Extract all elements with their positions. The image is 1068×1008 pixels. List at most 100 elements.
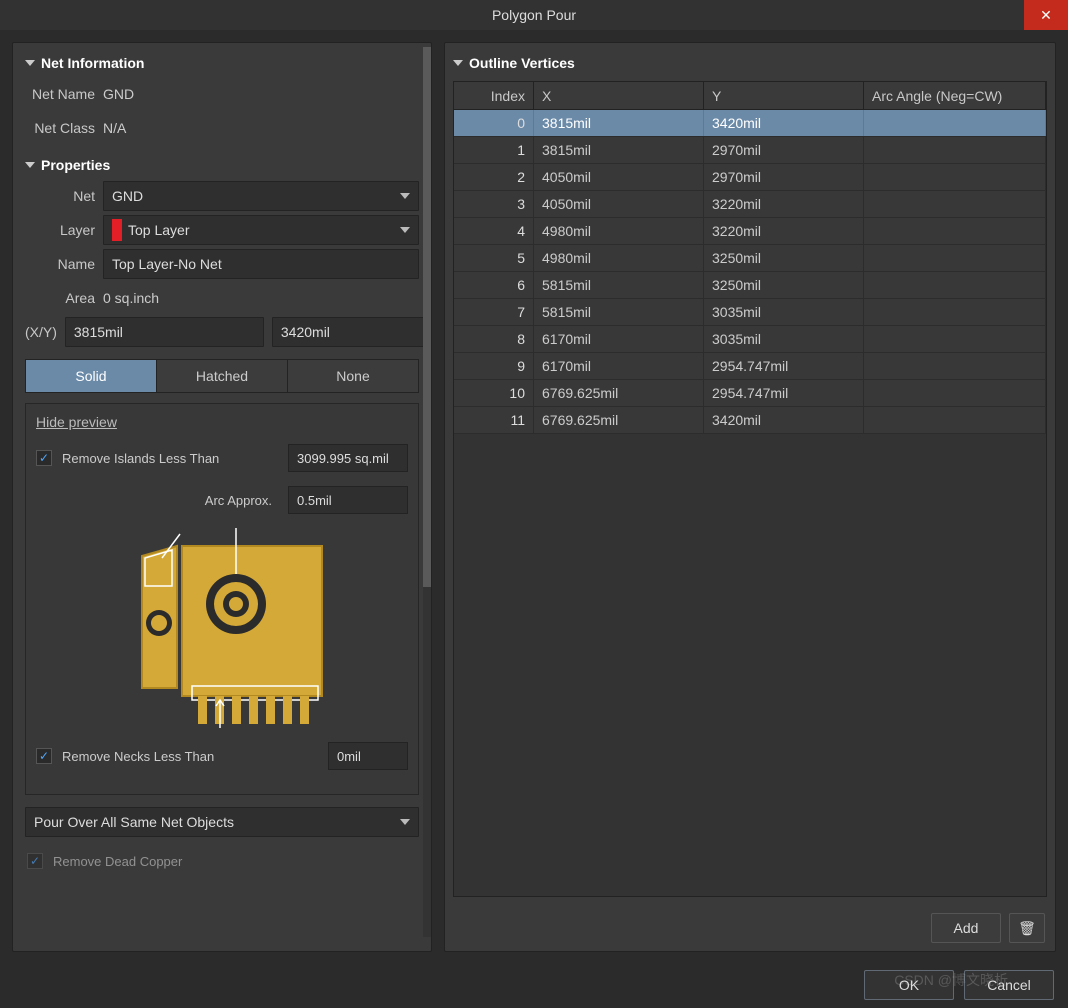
- fill-mode-solid[interactable]: Solid: [26, 360, 157, 392]
- remove-dead-copper-label: Remove Dead Copper: [53, 854, 182, 869]
- cell-x[interactable]: 6170mil: [534, 353, 704, 379]
- table-row[interactable]: 65815mil3250mil: [454, 272, 1046, 299]
- net-label: Net: [25, 188, 95, 204]
- cell-index: 8: [454, 326, 534, 352]
- table-row[interactable]: 03815mil3420mil: [454, 110, 1046, 137]
- cell-index: 3: [454, 191, 534, 217]
- section-title: Outline Vertices: [469, 55, 575, 71]
- remove-islands-checkbox[interactable]: [36, 450, 52, 466]
- cell-y[interactable]: 3220mil: [704, 191, 864, 217]
- section-properties[interactable]: Properties: [21, 151, 423, 179]
- remove-islands-input[interactable]: [288, 444, 408, 472]
- delete-vertex-button[interactable]: 🗑: [1009, 913, 1045, 943]
- cell-arc[interactable]: [864, 299, 1046, 325]
- cell-arc[interactable]: [864, 272, 1046, 298]
- cell-y[interactable]: 3035mil: [704, 326, 864, 352]
- cell-arc[interactable]: [864, 245, 1046, 271]
- remove-islands-label: Remove Islands Less Than: [62, 451, 278, 466]
- fill-mode-none[interactable]: None: [288, 360, 418, 392]
- net-select[interactable]: GND: [103, 181, 419, 211]
- cell-y[interactable]: 3250mil: [704, 272, 864, 298]
- cell-y[interactable]: 3220mil: [704, 218, 864, 244]
- cell-y[interactable]: 3420mil: [704, 407, 864, 433]
- table-row[interactable]: 86170mil3035mil: [454, 326, 1046, 353]
- cell-arc[interactable]: [864, 218, 1046, 244]
- col-index[interactable]: Index: [454, 82, 534, 109]
- table-row[interactable]: 44980mil3220mil: [454, 218, 1046, 245]
- remove-necks-checkbox[interactable]: [36, 748, 52, 764]
- section-outline-vertices[interactable]: Outline Vertices: [445, 49, 1055, 77]
- section-net-information[interactable]: Net Information: [21, 49, 423, 77]
- cell-y[interactable]: 3420mil: [704, 110, 864, 136]
- cell-x[interactable]: 6170mil: [534, 326, 704, 352]
- right-panel: Outline Vertices Index X Y Arc Angle (Ne…: [444, 42, 1056, 952]
- arc-approx-input[interactable]: [288, 486, 408, 514]
- cell-y[interactable]: 2954.747mil: [704, 353, 864, 379]
- cell-arc[interactable]: [864, 380, 1046, 406]
- window-title: Polygon Pour: [0, 7, 1068, 23]
- cell-y[interactable]: 2970mil: [704, 164, 864, 190]
- fill-mode-segmented: Solid Hatched None: [25, 359, 419, 393]
- table-row[interactable]: 96170mil2954.747mil: [454, 353, 1046, 380]
- layer-select[interactable]: Top Layer: [103, 215, 419, 245]
- cell-arc[interactable]: [864, 326, 1046, 352]
- netclass-value: N/A: [103, 120, 126, 136]
- cell-x[interactable]: 6769.625mil: [534, 407, 704, 433]
- cell-y[interactable]: 2954.747mil: [704, 380, 864, 406]
- cell-x[interactable]: 3815mil: [534, 137, 704, 163]
- cell-index: 11: [454, 407, 534, 433]
- cell-y[interactable]: 2970mil: [704, 137, 864, 163]
- layer-color-swatch: [112, 219, 122, 241]
- netname-label: Net Name: [25, 86, 95, 102]
- cell-y[interactable]: 3250mil: [704, 245, 864, 271]
- cell-x[interactable]: 4980mil: [534, 245, 704, 271]
- table-row[interactable]: 106769.625mil2954.747mil: [454, 380, 1046, 407]
- polygon-pour-dialog: Polygon Pour ✕ Net Information Net Name …: [0, 0, 1068, 1008]
- cell-arc[interactable]: [864, 110, 1046, 136]
- x-input[interactable]: [65, 317, 264, 347]
- cell-x[interactable]: 4050mil: [534, 191, 704, 217]
- cell-x[interactable]: 5815mil: [534, 299, 704, 325]
- hide-preview-link[interactable]: Hide preview: [36, 414, 408, 430]
- remove-dead-copper-checkbox[interactable]: [27, 853, 43, 869]
- cell-y[interactable]: 3035mil: [704, 299, 864, 325]
- cell-index: 7: [454, 299, 534, 325]
- cell-arc[interactable]: [864, 137, 1046, 163]
- caret-down-icon: [25, 60, 35, 66]
- cell-x[interactable]: 3815mil: [534, 110, 704, 136]
- arc-approx-label: Arc Approx.: [205, 493, 272, 508]
- pour-mode-select[interactable]: Pour Over All Same Net Objects: [25, 807, 419, 837]
- cell-arc[interactable]: [864, 191, 1046, 217]
- cancel-button[interactable]: Cancel: [964, 970, 1054, 1000]
- table-row[interactable]: 75815mil3035mil: [454, 299, 1046, 326]
- col-x[interactable]: X: [534, 82, 704, 109]
- cell-index: 10: [454, 380, 534, 406]
- remove-necks-input[interactable]: [328, 742, 408, 770]
- col-arc[interactable]: Arc Angle (Neg=CW): [864, 82, 1046, 109]
- table-row[interactable]: 34050mil3220mil: [454, 191, 1046, 218]
- cell-arc[interactable]: [864, 353, 1046, 379]
- col-y[interactable]: Y: [704, 82, 864, 109]
- cell-x[interactable]: 4980mil: [534, 218, 704, 244]
- cell-arc[interactable]: [864, 164, 1046, 190]
- name-input[interactable]: [103, 249, 419, 279]
- cell-index: 0: [454, 110, 534, 136]
- add-vertex-button[interactable]: Add: [931, 913, 1001, 943]
- table-row[interactable]: 54980mil3250mil: [454, 245, 1046, 272]
- left-scrollbar-thumb[interactable]: [423, 47, 431, 587]
- close-button[interactable]: ✕: [1024, 0, 1068, 30]
- fill-mode-hatched[interactable]: Hatched: [157, 360, 288, 392]
- table-row[interactable]: 24050mil2970mil: [454, 164, 1046, 191]
- cell-x[interactable]: 6769.625mil: [534, 380, 704, 406]
- ok-button[interactable]: OK: [864, 970, 954, 1000]
- cell-x[interactable]: 4050mil: [534, 164, 704, 190]
- table-row[interactable]: 116769.625mil3420mil: [454, 407, 1046, 434]
- titlebar: Polygon Pour ✕: [0, 0, 1068, 30]
- preview-subpanel: Hide preview Remove Islands Less Than Ar…: [25, 403, 419, 795]
- y-input[interactable]: [272, 317, 431, 347]
- cell-arc[interactable]: [864, 407, 1046, 433]
- cell-x[interactable]: 5815mil: [534, 272, 704, 298]
- cell-index: 1: [454, 137, 534, 163]
- remove-necks-label: Remove Necks Less Than: [62, 749, 318, 764]
- table-row[interactable]: 13815mil2970mil: [454, 137, 1046, 164]
